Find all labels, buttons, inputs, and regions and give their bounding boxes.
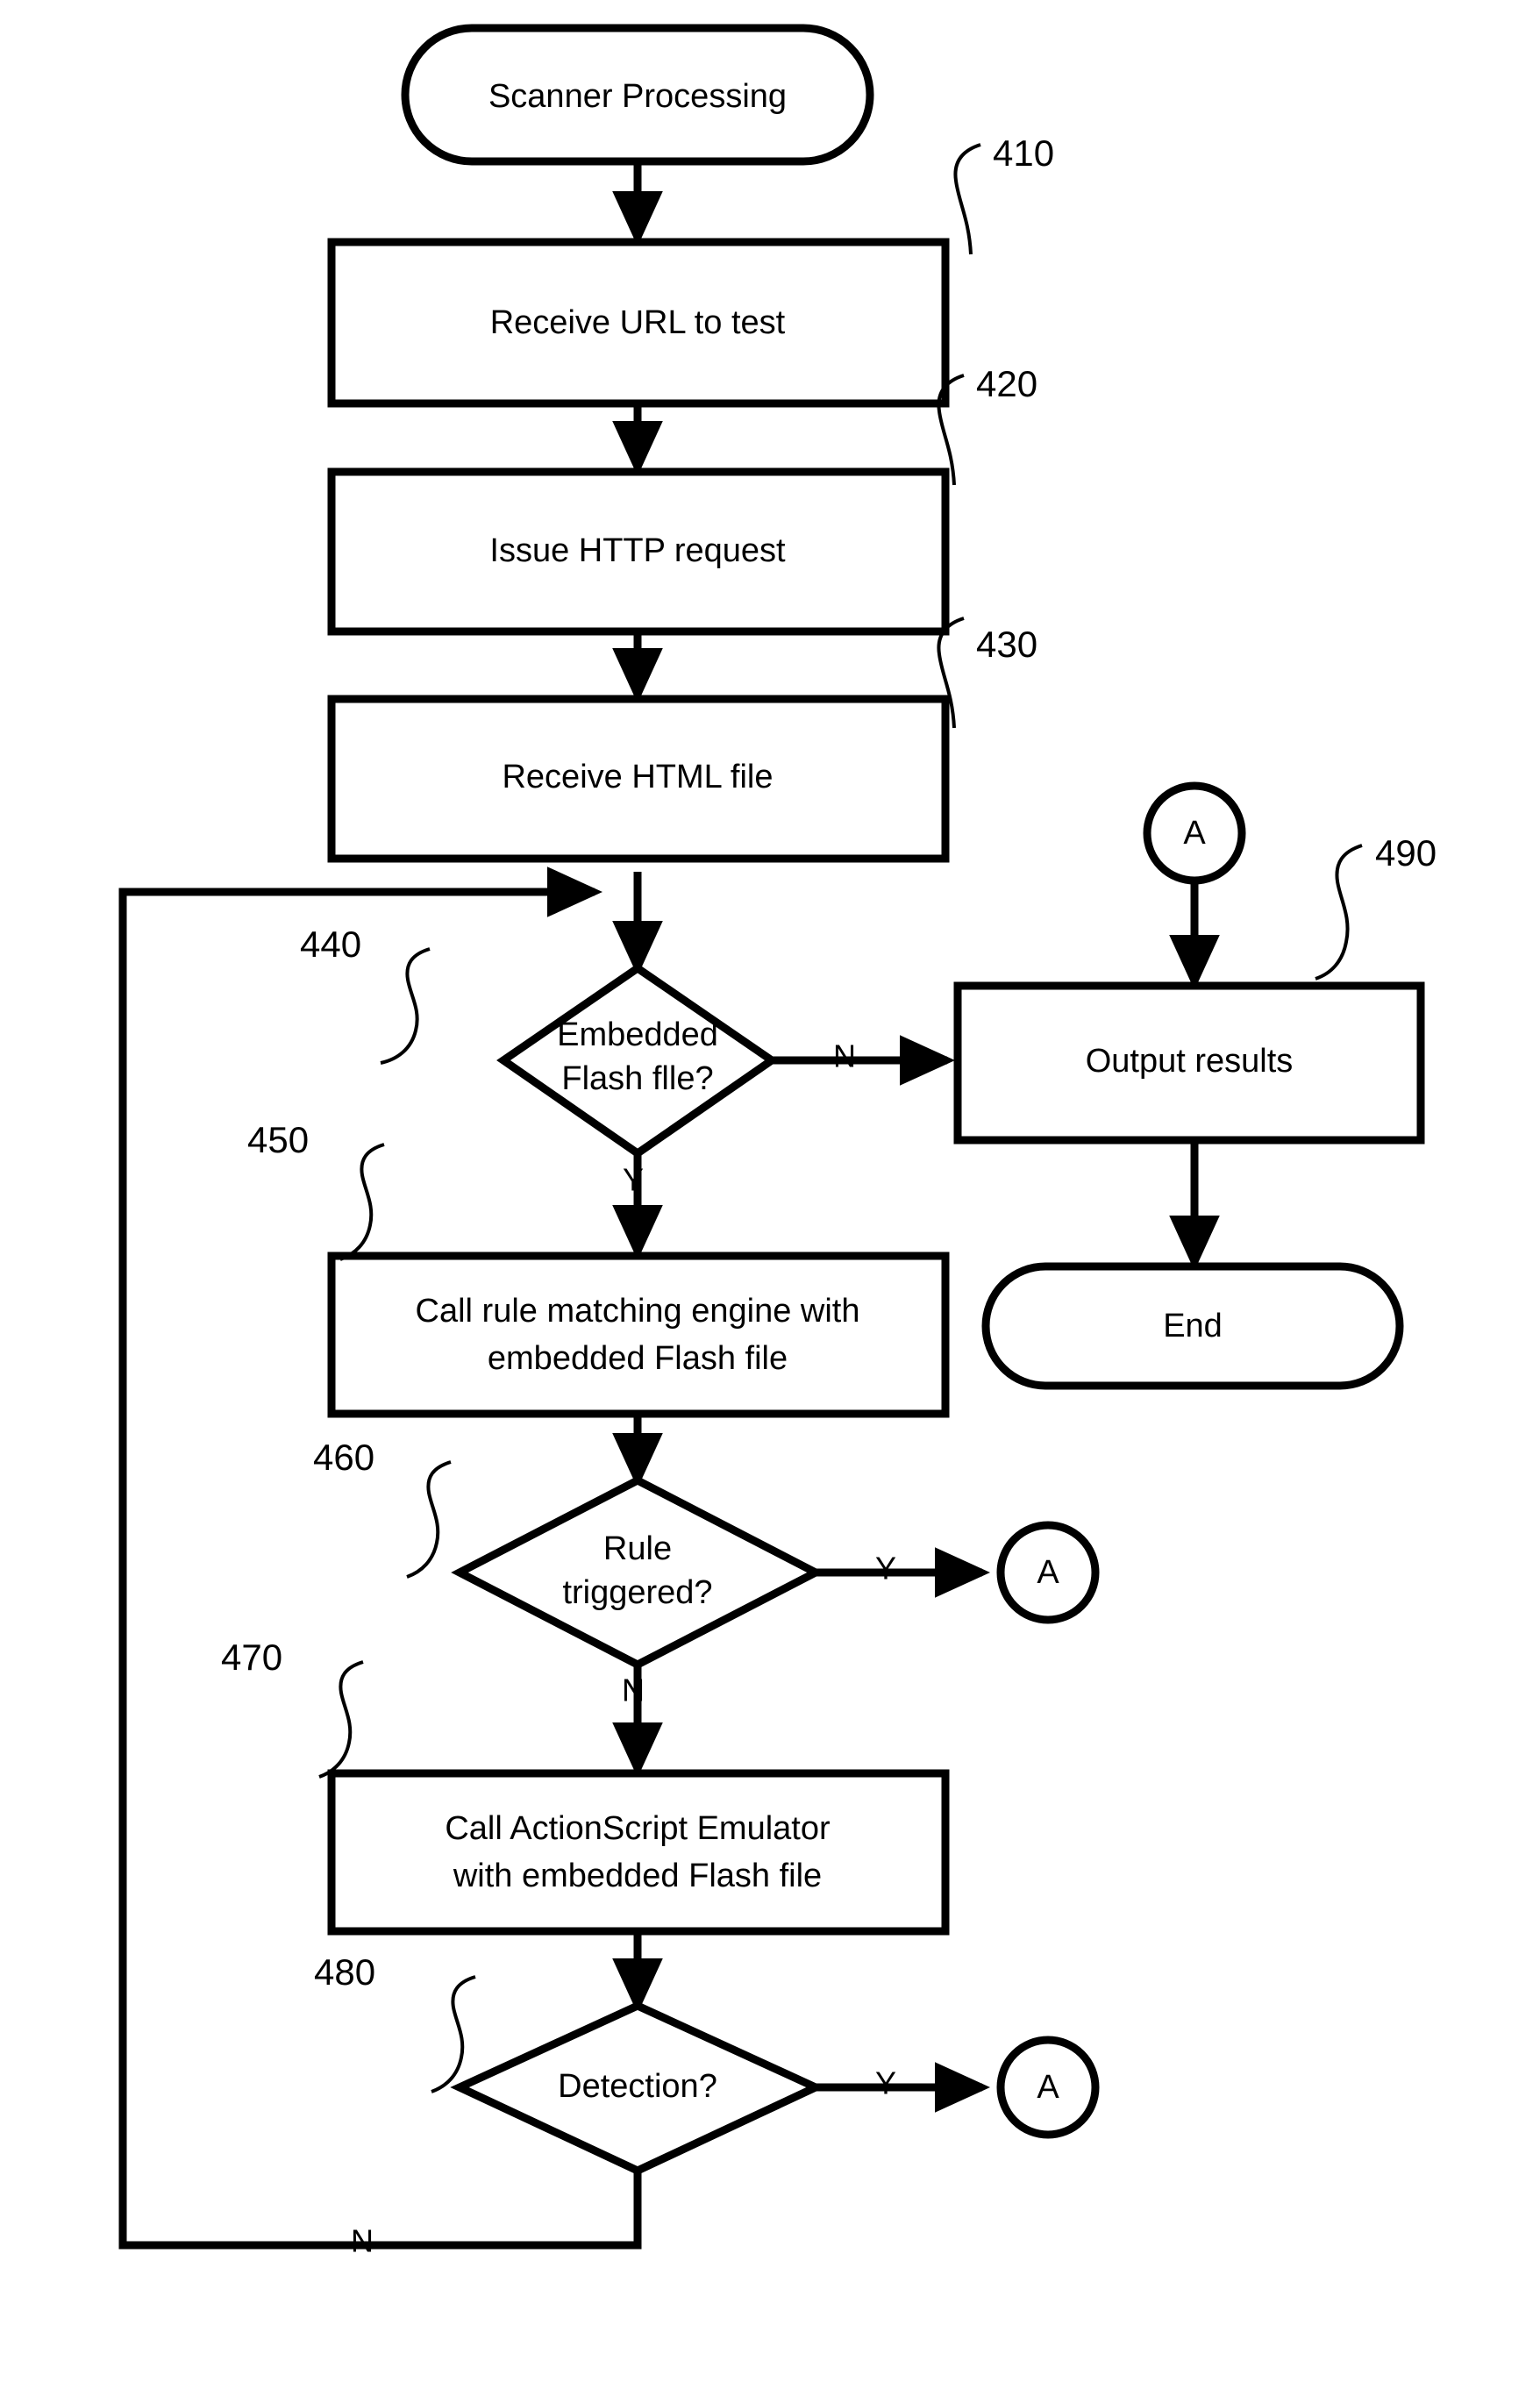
ref-label-490: 490 <box>1375 832 1437 874</box>
leader-480 <box>431 1975 476 2093</box>
call-emulator-label-line2: with embedded Flash file <box>453 1858 822 1894</box>
node-connector-a-rule: A <box>996 1521 1100 1624</box>
ref-label-420: 420 <box>976 363 1037 404</box>
node-start: Scanner Processing <box>401 24 874 166</box>
end-label: End <box>1163 1308 1223 1344</box>
node-end: End <box>981 1262 1404 1390</box>
node-issue-http: Issue HTTP request <box>327 467 950 636</box>
leader-410 <box>953 143 981 255</box>
embedded-flash-label-line2: Flash flle? <box>561 1060 713 1097</box>
rule-triggered-label-line2: triggered? <box>562 1574 712 1611</box>
receive-html-label: Receive HTML file <box>502 759 773 795</box>
node-receive-url: Receive URL to test <box>327 238 950 408</box>
node-call-rule-engine: Call rule matching engine with embedded … <box>327 1252 950 1418</box>
detection-label: Detection? <box>558 2068 717 2105</box>
node-embedded-flash-decision: Embedded Flash flle? <box>496 963 779 1159</box>
branch-label-detection-no: N <box>351 2223 374 2259</box>
connector-a-detection-label: A <box>1037 2069 1059 2106</box>
rule-triggered-shape <box>451 1475 824 1670</box>
receive-url-label: Receive URL to test <box>490 304 786 341</box>
start-label: Scanner Processing <box>488 78 787 115</box>
output-results-label: Output results <box>1086 1043 1294 1080</box>
branch-label-embedded-flash-no: N <box>833 1038 856 1074</box>
ref-label-430: 430 <box>976 624 1037 665</box>
leader-450 <box>339 1143 385 1261</box>
node-receive-html: Receive HTML file <box>327 695 950 863</box>
branch-label-rule-triggered-no: N <box>622 1672 645 1708</box>
call-rule-engine-label-line1: Call rule matching engine with <box>416 1293 860 1330</box>
node-connector-a-top: A <box>1143 781 1246 885</box>
leader-490 <box>1315 844 1363 981</box>
leader-460 <box>406 1460 452 1579</box>
node-rule-triggered-decision: Rule triggered? <box>451 1475 824 1670</box>
leader-470 <box>318 1660 364 1779</box>
connector-a-rule-label: A <box>1037 1554 1059 1591</box>
ref-label-480: 480 <box>314 1951 375 1993</box>
embedded-flash-label-line1: Embedded <box>557 1016 718 1053</box>
node-call-emulator: Call ActionScript Emulator with embedded… <box>327 1769 950 1936</box>
node-output-results: Output results <box>953 981 1425 1145</box>
branch-label-rule-triggered-yes: Y <box>875 1551 896 1587</box>
ref-label-450: 450 <box>247 1119 309 1160</box>
ref-label-460: 460 <box>313 1437 374 1478</box>
node-connector-a-detection: A <box>996 2036 1100 2139</box>
flowchart-diagram: Scanner Processing Receive URL to test I… <box>0 0 1540 2382</box>
flowchart-canvas: Scanner Processing Receive URL to test I… <box>118 24 1437 2259</box>
call-emulator-shape <box>327 1769 950 1936</box>
call-rule-engine-shape <box>327 1252 950 1418</box>
call-rule-engine-label-line2: embedded Flash file <box>488 1340 788 1377</box>
leader-440 <box>380 947 431 1065</box>
rule-triggered-label-line1: Rule <box>603 1530 672 1567</box>
issue-http-label: Issue HTTP request <box>489 532 786 569</box>
node-detection-decision: Detection? <box>450 2001 825 2175</box>
ref-label-440: 440 <box>300 924 361 965</box>
branch-label-embedded-flash-yes: Y <box>623 1162 644 1198</box>
call-emulator-label-line1: Call ActionScript Emulator <box>445 1810 831 1847</box>
branch-label-detection-yes: Y <box>875 2065 896 2101</box>
ref-label-410: 410 <box>993 132 1054 174</box>
connector-a-top-label: A <box>1183 815 1206 852</box>
ref-label-470: 470 <box>221 1637 282 1678</box>
